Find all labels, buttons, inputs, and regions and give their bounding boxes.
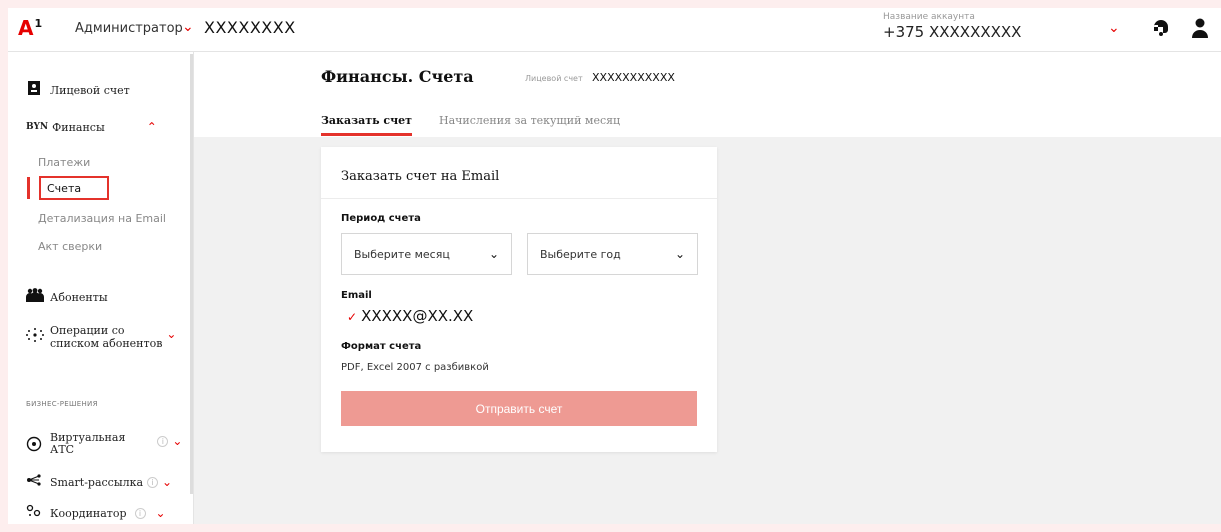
people-icon <box>26 288 44 306</box>
card-title: Заказать счет на Email <box>341 169 500 184</box>
sidebar-item-label: Операции со <box>50 324 125 337</box>
chevron-down-icon[interactable]: ⌄ <box>172 434 182 448</box>
period-label: Период счета <box>341 213 421 224</box>
support-icon[interactable] <box>1150 17 1172 44</box>
sidebar-item-finance[interactable]: BYN Финансы ⌃ <box>26 120 157 134</box>
role-selector[interactable]: Администратор <box>75 21 183 36</box>
chevron-down-icon[interactable]: ⌄ <box>182 19 194 35</box>
sidebar-subitem-email-detail[interactable]: Детализация на Email <box>38 212 166 225</box>
year-select[interactable]: Выберите год ⌄ <box>527 233 698 275</box>
sidebar-item-label: Координатор <box>50 506 127 520</box>
sidebar-item-label: АТС <box>50 443 75 456</box>
sidebar-item-label: Финансы <box>52 120 105 134</box>
month-select[interactable]: Выберите месяц ⌄ <box>341 233 512 275</box>
logo-letter: A <box>18 16 34 40</box>
section-label-business: БИЗНЕС-РЕШЕНИЯ <box>26 400 98 408</box>
sidebar-subitem-reconciliation[interactable]: Акт сверки <box>38 240 102 253</box>
page-title: Финансы. Счета <box>321 67 474 86</box>
email-value: XXXXX@XX.XX <box>361 307 474 325</box>
info-icon[interactable]: i <box>157 436 169 447</box>
share-icon <box>26 474 42 490</box>
check-icon: ✓ <box>347 310 358 324</box>
sidebar-item-virtual-pbx[interactable]: Виртуальная АТС i ⌄ <box>26 432 182 456</box>
chevron-down-icon[interactable]: ⌄ <box>166 327 176 341</box>
chevron-up-icon[interactable]: ⌃ <box>147 120 157 134</box>
account-number-label: Лицевой счет <box>525 74 583 83</box>
sidebar-item-personal-account[interactable]: Лицевой счет <box>26 81 130 99</box>
email-option[interactable]: ✓ XXXXX@XX.XX <box>347 307 473 325</box>
account-id: XXXXXXXX <box>204 18 296 37</box>
year-select-value: Выберите год <box>540 247 621 261</box>
chevron-down-icon: ⌄ <box>674 247 685 261</box>
account-number-value: XXXXXXXXXXX <box>592 71 675 84</box>
user-icon[interactable] <box>1191 17 1209 44</box>
a1-logo[interactable]: A1 <box>18 18 42 38</box>
account-name-label: Название аккаунта <box>883 12 975 22</box>
month-select-value: Выберите месяц <box>354 247 450 261</box>
sidebar-subitem-payments[interactable]: Платежи <box>38 156 90 169</box>
id-card-icon <box>26 81 42 99</box>
send-invoice-button[interactable]: Отправить счет <box>341 391 697 426</box>
active-indicator <box>27 177 30 199</box>
top-bar: A1 Администратор ⌄ XXXXXXXX Название акк… <box>8 8 1221 52</box>
sidebar-item-operations[interactable]: Операции со списком абонентов ⌄ <box>26 324 176 350</box>
sidebar-item-label: Лицевой счет <box>50 83 130 97</box>
active-tab-underline <box>321 133 412 136</box>
sidebar-item-coordinator[interactable]: Координатор i ⌄ <box>26 504 166 522</box>
sidebar-item-label: Smart-рассылка <box>50 475 144 489</box>
format-value: PDF, Excel 2007 с разбивкой <box>341 362 489 373</box>
byn-icon: BYN <box>26 122 49 132</box>
chevron-down-icon[interactable]: ⌄ <box>1108 20 1120 36</box>
info-icon[interactable]: i <box>134 507 146 519</box>
sidebar-item-label-group: Виртуальная АТС <box>50 432 125 456</box>
app-window: A1 Администратор ⌄ XXXXXXXX Название акк… <box>8 8 1221 524</box>
account-phone: +375 XXXXXXXXX <box>883 23 1022 41</box>
format-label: Формат счета <box>341 341 422 352</box>
cloud-phone-icon <box>26 436 42 456</box>
sidebar-item-subscribers[interactable]: Абоненты <box>26 288 108 306</box>
sidebar-item-label-group: Операции со списком абонентов <box>50 324 162 350</box>
chevron-down-icon[interactable]: ⌄ <box>162 475 172 489</box>
sidebar-item-label: списком абонентов <box>50 337 163 350</box>
page-header: Финансы. Счета Лицевой счет XXXXXXXXXXX … <box>194 52 1221 137</box>
chevron-down-icon: ⌄ <box>488 247 499 261</box>
logo-sup: 1 <box>34 17 43 30</box>
dots-network-icon <box>26 328 44 346</box>
sidebar-item-smart-mailing[interactable]: Smart-рассылка i ⌄ <box>26 474 172 490</box>
divider <box>321 198 717 199</box>
sidebar-subitem-invoices[interactable]: Счета <box>47 182 81 195</box>
sidebar-scrollbar[interactable] <box>190 54 193 494</box>
account-switcher[interactable]: Название аккаунта +375 XXXXXXXXX <box>883 12 1021 41</box>
tab-order-invoice[interactable]: Заказать счет <box>321 114 412 127</box>
chevron-down-icon[interactable]: ⌄ <box>156 506 166 520</box>
location-people-icon <box>26 504 42 522</box>
info-icon[interactable]: i <box>147 476 159 488</box>
email-label: Email <box>341 290 372 301</box>
order-invoice-card: Заказать счет на Email Период счета Выбе… <box>321 147 717 452</box>
sidebar-item-label: Абоненты <box>50 290 108 304</box>
tab-current-charges[interactable]: Начисления за текущий месяц <box>439 114 620 127</box>
